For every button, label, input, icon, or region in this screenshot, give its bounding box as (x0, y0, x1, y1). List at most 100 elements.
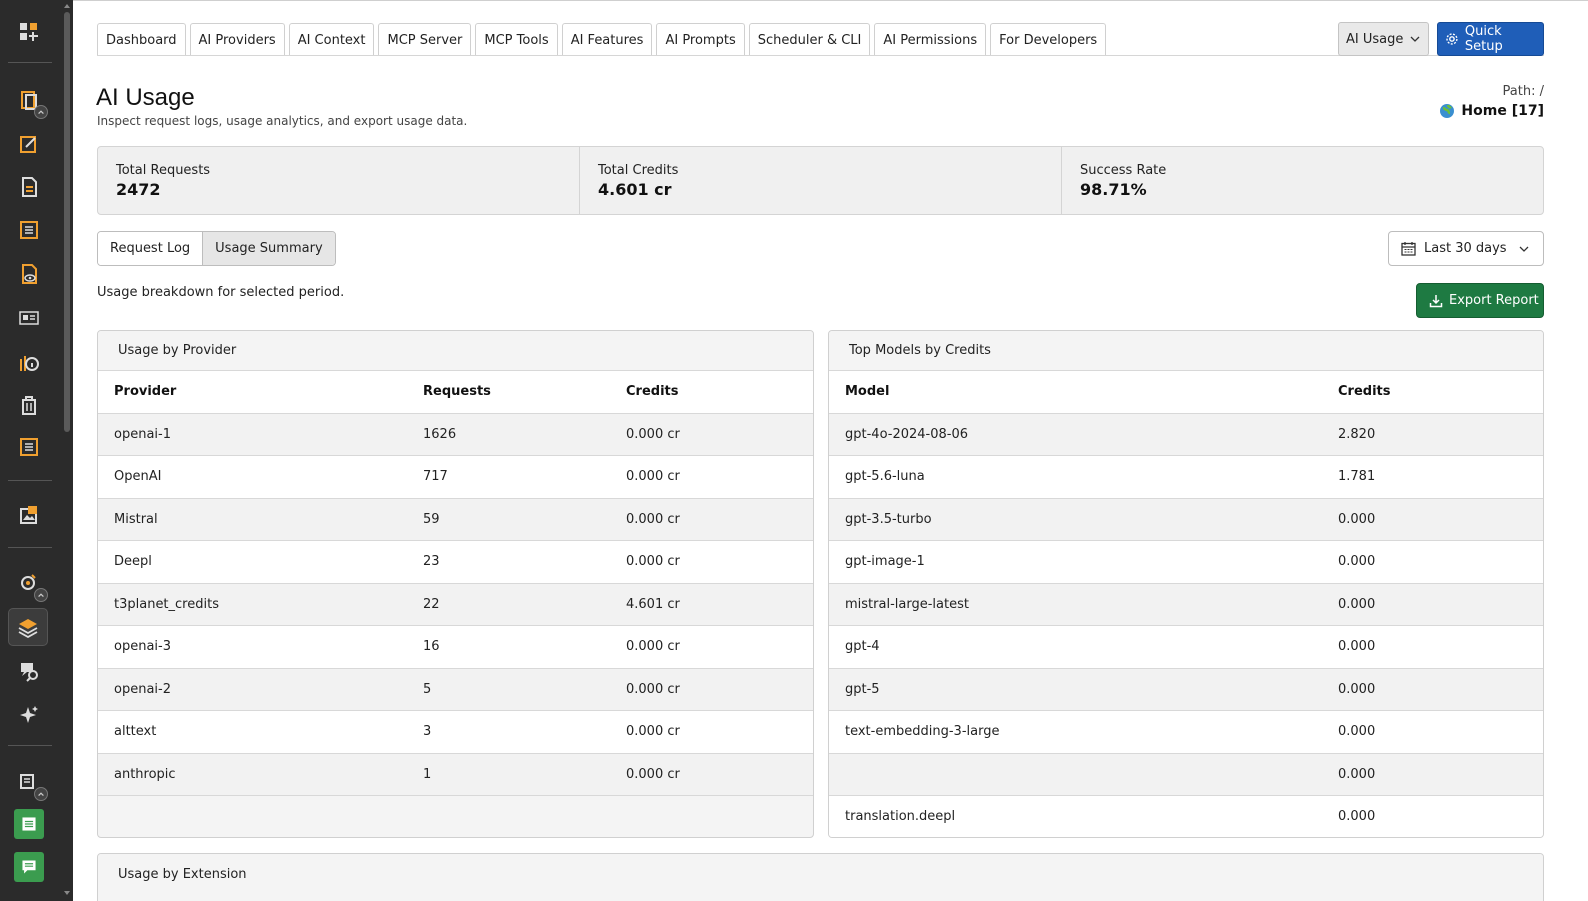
export-report-button[interactable]: Export Report (1416, 283, 1544, 318)
model-cell: gpt-image-1 (829, 540, 1322, 584)
table-row: text-embedding-3-large 0.000 (829, 710, 1543, 754)
tab-mcp-tools[interactable]: MCP Tools (475, 23, 558, 56)
requests-cell: 3 (407, 710, 610, 754)
edit-icon[interactable] (12, 127, 46, 161)
module-tabs: Dashboard AI Providers AI Context MCP Se… (97, 23, 1107, 56)
tab-request-log[interactable]: Request Log (98, 232, 203, 265)
module-sidebar (0, 0, 73, 901)
chevron-up-icon[interactable] (34, 588, 48, 602)
document-icon[interactable] (12, 170, 46, 204)
model-cell: gpt-5.6-luna (829, 455, 1322, 499)
panel-title: Usage by Extension (98, 854, 1543, 894)
breakdown-text: Usage breakdown for selected period. (97, 285, 345, 300)
requests-cell: 1 (407, 753, 610, 796)
requests-cell: 1626 (407, 413, 610, 456)
tab-dashboard[interactable]: Dashboard (97, 23, 186, 56)
table-row: openai-1 1626 0.000 cr (98, 413, 813, 456)
sidebar-divider (8, 745, 52, 746)
period-select[interactable]: Last 30 days (1388, 231, 1544, 266)
tab-ai-context[interactable]: AI Context (288, 23, 375, 56)
table-row: mistral-large-latest 0.000 (829, 583, 1543, 626)
panel-title: Top Models by Credits (829, 331, 1543, 371)
credits-cell: 0.000 cr (610, 413, 813, 456)
table-row: t3planet_credits 22 4.601 cr (98, 583, 813, 626)
sidebar-divider (8, 547, 52, 548)
credits-cell: 0.000 (1322, 710, 1543, 754)
gear-icon (1446, 33, 1458, 45)
usage-by-extension-panel: Usage by Extension (97, 853, 1544, 901)
image-icon[interactable] (12, 498, 46, 532)
sidebar-scroll-thumb[interactable] (64, 12, 70, 432)
tab-scheduler-cli[interactable]: Scheduler & CLI (748, 23, 871, 56)
credits-cell: 0.000 (1322, 668, 1543, 711)
tab-for-developers[interactable]: For Developers (990, 23, 1107, 56)
ai-usage-dropdown[interactable]: AI Usage (1338, 22, 1429, 56)
tab-ai-permissions[interactable]: AI Permissions (874, 23, 987, 56)
form-icon[interactable] (12, 430, 46, 464)
module-icon[interactable] (12, 15, 46, 49)
column-header-credits: Credits (610, 371, 813, 414)
tab-ai-providers[interactable]: AI Providers (189, 23, 285, 56)
workspace-icon[interactable] (12, 566, 48, 602)
scroll-up-icon[interactable] (64, 4, 70, 8)
sparkle-icon[interactable] (12, 698, 46, 732)
trash-icon[interactable] (12, 388, 46, 422)
path-home[interactable]: Home [17] (1439, 103, 1544, 119)
provider-cell: openai-3 (98, 625, 407, 669)
list-icon[interactable] (12, 213, 46, 247)
models-table: Model Credits gpt-4o-2024-08-06 2.820 gpt-… (829, 371, 1543, 837)
tab-ai-prompts[interactable]: AI Prompts (656, 23, 745, 56)
download-icon (1429, 294, 1443, 307)
info-icon[interactable] (12, 345, 46, 379)
news-icon[interactable] (12, 301, 46, 335)
tab-ai-features[interactable]: AI Features (561, 23, 653, 56)
provider-cell: Deepl (98, 540, 407, 584)
path-home-label: Home [17] (1461, 103, 1544, 119)
chevron-down-icon (1410, 36, 1420, 42)
tabs-divider (97, 55, 1544, 56)
panel-title: Usage by Provider (98, 331, 813, 371)
model-cell: gpt-5 (829, 668, 1322, 711)
column-header-requests: Requests (407, 371, 610, 414)
sidebar-divider (8, 62, 52, 63)
credits-cell: 0.000 cr (610, 498, 813, 541)
table-row: Mistral 59 0.000 cr (98, 498, 813, 541)
provider-cell: alttext (98, 710, 407, 754)
column-header-provider: Provider (98, 371, 407, 414)
sidebar-divider (8, 480, 52, 481)
scroll-down-icon[interactable] (64, 891, 70, 895)
page-icon[interactable] (12, 83, 48, 119)
credits-cell: 4.601 cr (610, 583, 813, 626)
tab-mcp-server[interactable]: MCP Server (378, 23, 472, 56)
table-row: gpt-5.6-luna 1.781 (829, 455, 1543, 499)
credits-cell: 0.000 (1322, 540, 1543, 584)
credits-cell: 0.000 (1322, 498, 1543, 541)
translate-icon[interactable] (12, 654, 46, 688)
chevron-up-icon[interactable] (34, 105, 48, 119)
table-row: gpt-4o-2024-08-06 2.820 (829, 413, 1543, 456)
path-label: Path: / (1502, 84, 1544, 99)
table-row: anthropic 1 0.000 cr (98, 753, 813, 796)
chat-icon[interactable] (14, 852, 44, 882)
tab-usage-summary[interactable]: Usage Summary (202, 232, 335, 265)
table-row: 0.000 (829, 753, 1543, 796)
model-cell: mistral-large-latest (829, 583, 1322, 626)
column-header-credits: Credits (1322, 371, 1543, 414)
table-row: gpt-4 0.000 (829, 625, 1543, 669)
requests-cell: 717 (407, 455, 610, 499)
quick-setup-button[interactable]: Quick Setup (1437, 22, 1544, 56)
layers-icon[interactable] (8, 608, 48, 646)
table-row: gpt-3.5-turbo 0.000 (829, 498, 1543, 541)
table-row: translation.deepl 0.000 (829, 795, 1543, 837)
credits-cell: 0.000 cr (610, 710, 813, 754)
table-row: Deepl 23 0.000 cr (98, 540, 813, 584)
export-report-label: Export Report (1449, 293, 1539, 308)
chevron-up-icon[interactable] (34, 787, 48, 801)
model-cell: translation.deepl (829, 795, 1322, 837)
table-row: gpt-5 0.000 (829, 668, 1543, 711)
view-icon[interactable] (12, 257, 46, 291)
notepad-icon[interactable] (14, 809, 44, 839)
records-icon[interactable] (12, 765, 48, 801)
table-row: alttext 3 0.000 cr (98, 710, 813, 754)
page-subtitle: Inspect request logs, usage analytics, a… (97, 114, 468, 128)
